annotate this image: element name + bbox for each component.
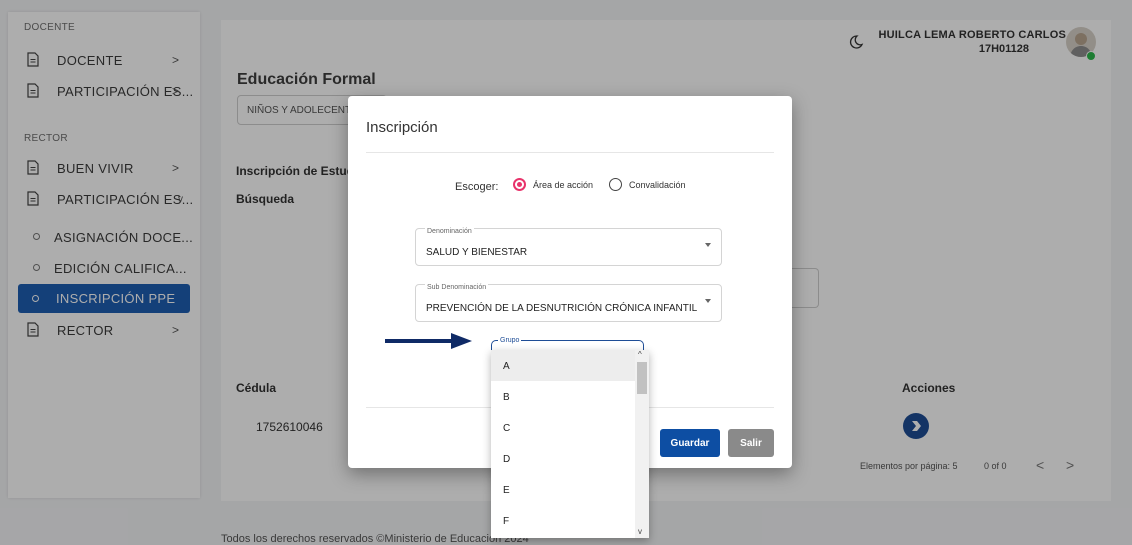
grupo-listbox: A B C D E F bbox=[491, 350, 649, 538]
grupo-option[interactable]: F bbox=[491, 505, 636, 536]
grupo-option[interactable]: C bbox=[491, 412, 636, 443]
divider bbox=[366, 152, 774, 153]
sub-denominacion-label: Sub Denominación bbox=[425, 284, 489, 291]
grupo-option[interactable]: B bbox=[491, 381, 636, 412]
radio-convalidacion[interactable] bbox=[609, 178, 622, 191]
listbox-scrollbar-thumb[interactable] bbox=[637, 362, 647, 394]
escoger-label: Escoger: bbox=[455, 181, 499, 193]
dropdown-arrow-icon bbox=[705, 299, 711, 303]
denominacion-select[interactable]: Denominación SALUD Y BIENESTAR bbox=[415, 228, 722, 266]
save-button[interactable]: Guardar bbox=[660, 429, 720, 457]
radio-convalidacion-label[interactable]: Convalidación bbox=[629, 180, 686, 190]
sub-denominacion-value: PREVENCIÓN DE LA DESNUTRICIÓN CRÓNICA IN… bbox=[426, 303, 698, 314]
grupo-option[interactable]: D bbox=[491, 443, 636, 474]
dropdown-arrow-icon bbox=[705, 243, 711, 247]
denominacion-label: Denominación bbox=[425, 228, 474, 235]
grupo-label: Grupo bbox=[498, 337, 522, 344]
arrow-annotation-icon bbox=[385, 333, 472, 349]
denominacion-value: SALUD Y BIENESTAR bbox=[426, 247, 528, 258]
radio-area-accion[interactable] bbox=[513, 178, 526, 191]
scroll-up-icon[interactable]: ^ bbox=[638, 350, 642, 359]
scroll-down-icon[interactable]: v bbox=[638, 527, 642, 536]
sub-denominacion-select[interactable]: Sub Denominación PREVENCIÓN DE LA DESNUT… bbox=[415, 284, 722, 322]
exit-button[interactable]: Salir bbox=[728, 429, 774, 457]
dialog-title: Inscripción bbox=[366, 119, 438, 136]
grupo-option[interactable]: A bbox=[491, 350, 636, 381]
radio-area-accion-label[interactable]: Área de acción bbox=[533, 180, 593, 190]
grupo-option[interactable]: E bbox=[491, 474, 636, 505]
